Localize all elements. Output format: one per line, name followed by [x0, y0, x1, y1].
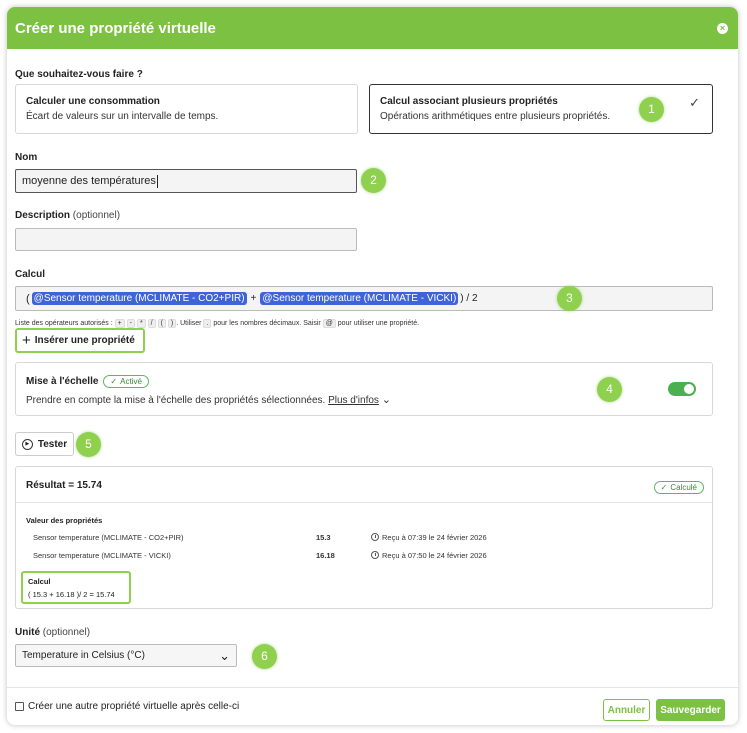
text-cursor	[156, 174, 158, 188]
unit-value: Temperature in Celsius (°C)	[22, 650, 145, 661]
chevron-down-icon: ⌄	[219, 647, 230, 663]
unit-select[interactable]: Temperature in Celsius (°C) ⌄	[15, 644, 237, 667]
description-label: Description (optionnel)	[15, 210, 120, 221]
operator-kbd: *	[136, 319, 146, 328]
create-another-option: Créer une autre propriété virtuelle aprè…	[15, 701, 239, 712]
option-subtitle: Écart de valeurs sur un intervalle de te…	[26, 111, 219, 122]
scaling-toggle[interactable]	[668, 382, 696, 396]
name-input[interactable]: moyenne des températures	[15, 169, 357, 193]
result-title: Résultat = 15.74	[26, 480, 102, 491]
optional-text: (optionnel)	[72, 210, 121, 221]
save-button[interactable]: Sauvegarder	[656, 699, 725, 721]
test-label: Tester	[37, 438, 68, 450]
property-row-received: Reçu à 07:50 le 24 février 2026	[371, 551, 487, 560]
property-chip-vicki[interactable]: @Sensor temperature (MCLIMATE - VICKI)	[260, 292, 459, 305]
plus-operator: +	[250, 293, 257, 304]
formula-tail: ) / 2	[460, 293, 478, 304]
property-row-value: 16.18	[316, 551, 335, 560]
check-icon: ✓	[110, 377, 118, 386]
open-paren: (	[26, 292, 30, 305]
at-kbd: @	[322, 319, 336, 328]
scaling-title: Mise à l'échelle	[26, 376, 99, 387]
modal-title: Créer une propriété virtuelle	[15, 19, 216, 37]
chevron-down-icon[interactable]: ⌄	[382, 394, 391, 406]
calc-value: ( 15.3 + 16.18 )/ 2 = 15.74	[28, 590, 115, 599]
property-row-name: Sensor temperature (MCLIMATE - CO2+PIR)	[33, 533, 184, 542]
insert-property-label: Insérer une propriété	[34, 335, 135, 346]
play-icon: ▶	[21, 438, 33, 450]
operator-kbd: +	[114, 319, 125, 328]
property-row-received: Reçu à 07:39 le 24 février 2026	[371, 533, 487, 542]
divider	[16, 502, 712, 503]
footer-divider	[7, 687, 738, 688]
operator-kbd: (	[157, 319, 166, 328]
unit-label-text: Unité	[15, 627, 40, 638]
name-value: moyenne des températures	[22, 175, 156, 187]
step-badge-2: 2	[361, 168, 386, 193]
option-consumption-card[interactable]: Calculer une consommation Écart de valeu…	[15, 84, 358, 134]
values-title: Valeur des propriétés	[26, 516, 103, 525]
optional-text: (optionnel)	[42, 627, 91, 638]
unit-label: Unité (optionnel)	[15, 627, 90, 638]
modal-header: Créer une propriété virtuelle ×	[7, 7, 738, 49]
operators-hint: Liste des opérateurs autorisés : + - * /…	[15, 319, 419, 328]
create-another-checkbox[interactable]	[15, 702, 24, 711]
hint-text: pour utiliser une propriété.	[337, 320, 420, 327]
scaling-description: Prendre en compte la mise à l'échelle de…	[26, 395, 326, 406]
operator-kbd: /	[147, 319, 156, 328]
question-label: Que souhaitez-vous faire ?	[15, 69, 143, 80]
cancel-button[interactable]: Annuler	[603, 699, 650, 721]
description-input[interactable]	[15, 228, 357, 251]
badge-text: Calculé	[670, 483, 697, 492]
operator-kbd: )	[167, 319, 177, 328]
calcul-label: Calcul	[15, 269, 46, 280]
clock-icon	[371, 533, 379, 541]
calculation-box: Calcul ( 15.3 + 16.18 )/ 2 = 15.74	[21, 571, 131, 604]
badge-text: Activé	[120, 377, 142, 386]
more-info-link[interactable]: Plus d'infos	[328, 395, 379, 406]
hint-text: Liste des opérateurs autorisés :	[15, 320, 113, 327]
name-label: Nom	[15, 152, 38, 163]
property-chip-co2pir[interactable]: @Sensor temperature (MCLIMATE - CO2+PIR)	[31, 292, 247, 305]
check-icon: ✓	[689, 95, 700, 110]
clock-icon	[371, 551, 379, 559]
calc-title: Calcul	[28, 577, 51, 586]
hint-text: . Utiliser	[176, 320, 202, 327]
property-row-value: 15.3	[316, 533, 331, 542]
calcul-input[interactable]: ( @Sensor temperature (MCLIMATE - CO2+PI…	[15, 286, 713, 311]
step-badge-5: 5	[76, 432, 101, 457]
operator-kbd: -	[126, 319, 136, 328]
step-badge-4: 4	[597, 377, 622, 402]
received-text: Reçu à 07:50 le 24 février 2026	[382, 551, 487, 560]
step-badge-1: 1	[639, 97, 664, 122]
step-badge-3: 3	[557, 286, 582, 311]
close-icon[interactable]: ×	[717, 22, 728, 34]
result-panel: Résultat = 15.74 ✓ Calculé Valeur des pro…	[15, 466, 713, 609]
insert-property-button[interactable]: + Insérer une propriété	[15, 328, 145, 353]
plus-icon: +	[22, 331, 31, 349]
option-title: Calculer une consommation	[26, 96, 160, 107]
scaling-active-badge: ✓ Activé	[103, 375, 149, 388]
property-row-name: Sensor temperature (MCLIMATE - VICKI)	[33, 551, 171, 560]
description-label-text: Description	[15, 210, 71, 221]
hint-text: pour les nombres décimaux. Saisir	[213, 320, 321, 327]
calculated-badge: ✓ Calculé	[653, 477, 704, 495]
create-another-label: Créer une autre propriété virtuelle aprè…	[28, 701, 240, 712]
step-badge-6: 6	[252, 644, 277, 669]
decimal-kbd: .	[203, 319, 212, 328]
create-virtual-property-modal: Créer une propriété virtuelle × Que souh…	[7, 7, 738, 725]
check-icon: ✓	[660, 483, 668, 492]
calculated-pill: ✓ Calculé	[653, 481, 704, 494]
test-button[interactable]: ▶ Tester	[15, 432, 74, 456]
received-text: Reçu à 07:39 le 24 février 2026	[382, 533, 487, 542]
